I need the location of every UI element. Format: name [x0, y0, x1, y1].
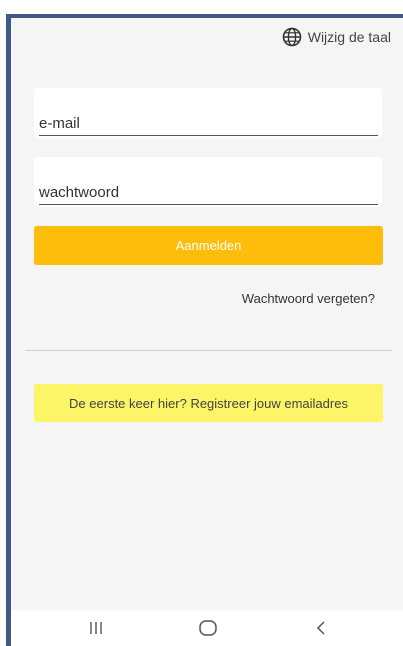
android-navigation-bar: [11, 610, 403, 646]
divider: [25, 350, 392, 351]
login-screen: Wijzig de taal Aanmelden Wachtwoord verg…: [11, 18, 403, 610]
register-email-button[interactable]: De eerste keer hier? Registreer jouw ema…: [34, 384, 383, 422]
forgot-password-link[interactable]: Wachtwoord vergeten?: [242, 291, 375, 306]
recent-apps-icon: [88, 620, 104, 636]
password-field[interactable]: [39, 180, 378, 205]
recent-apps-button[interactable]: [76, 610, 116, 646]
home-button[interactable]: [188, 610, 228, 646]
password-card: [34, 157, 382, 207]
back-button[interactable]: [301, 610, 341, 646]
globe-icon: [282, 27, 302, 47]
change-language-label: Wijzig de taal: [307, 29, 391, 45]
back-icon: [314, 620, 328, 636]
home-icon: [198, 619, 218, 637]
email-card: [34, 88, 382, 138]
email-field[interactable]: [39, 111, 378, 136]
login-button[interactable]: Aanmelden: [34, 226, 383, 265]
change-language-button[interactable]: Wijzig de taal: [282, 27, 391, 47]
